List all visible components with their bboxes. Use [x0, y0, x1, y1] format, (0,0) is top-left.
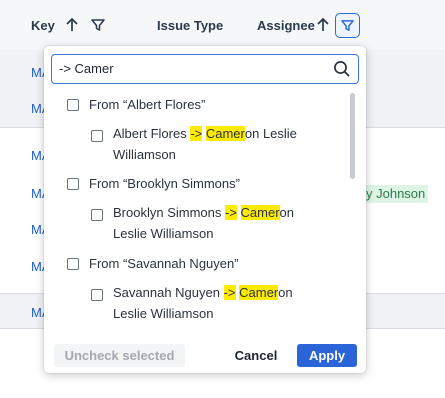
option-list: From “Albert Flores” Albert Flores -> Ca…	[44, 90, 352, 328]
option-label[interactable]: Brooklyn Simmons -> Cameron Leslie Willi…	[113, 202, 328, 244]
search-field	[51, 54, 359, 84]
search-icon[interactable]	[333, 60, 351, 78]
apply-button[interactable]: Apply	[297, 344, 357, 367]
cancel-button[interactable]: Cancel	[226, 344, 286, 367]
group-checkbox[interactable]	[67, 99, 79, 111]
filter-icon[interactable]	[90, 17, 106, 33]
group-label: From “Albert Flores”	[89, 97, 206, 112]
assignee-lozenge: y Johnson	[363, 185, 429, 203]
uncheck-selected-button[interactable]: Uncheck selected	[54, 344, 185, 367]
group-label: From “Brooklyn Simmons”	[89, 176, 240, 191]
option-checkbox[interactable]	[91, 130, 103, 142]
sort-arrow-up-icon[interactable]	[64, 17, 80, 33]
assignee-filter-popover: From “Albert Flores” Albert Flores -> Ca…	[44, 46, 366, 373]
assignee-filter-button[interactable]	[335, 13, 360, 38]
group-label: From “Savannah Nguyen”	[89, 256, 239, 271]
option-checkbox[interactable]	[91, 209, 103, 221]
group-checkbox[interactable]	[67, 258, 79, 270]
scrollbar-thumb[interactable]	[350, 93, 355, 179]
column-header-assignee[interactable]: Assignee	[257, 18, 315, 33]
column-header-key[interactable]: Key	[31, 18, 55, 33]
table-header: Key Issue Type Assignee	[0, 0, 445, 50]
column-header-issue-type[interactable]: Issue Type	[157, 18, 223, 33]
option-checkbox[interactable]	[91, 289, 103, 301]
option-label[interactable]: Albert Flores -> Cameron Leslie Williams…	[113, 123, 328, 165]
search-input[interactable]	[52, 55, 329, 82]
option-label[interactable]: Savannah Nguyen -> Cameron Leslie Willia…	[113, 282, 328, 324]
issues-table-view: Key Issue Type Assignee MA MA MA MA MA M…	[0, 0, 445, 398]
filter-icon	[341, 20, 354, 31]
sort-arrow-up-icon[interactable]	[315, 17, 331, 33]
group-checkbox[interactable]	[67, 178, 79, 190]
